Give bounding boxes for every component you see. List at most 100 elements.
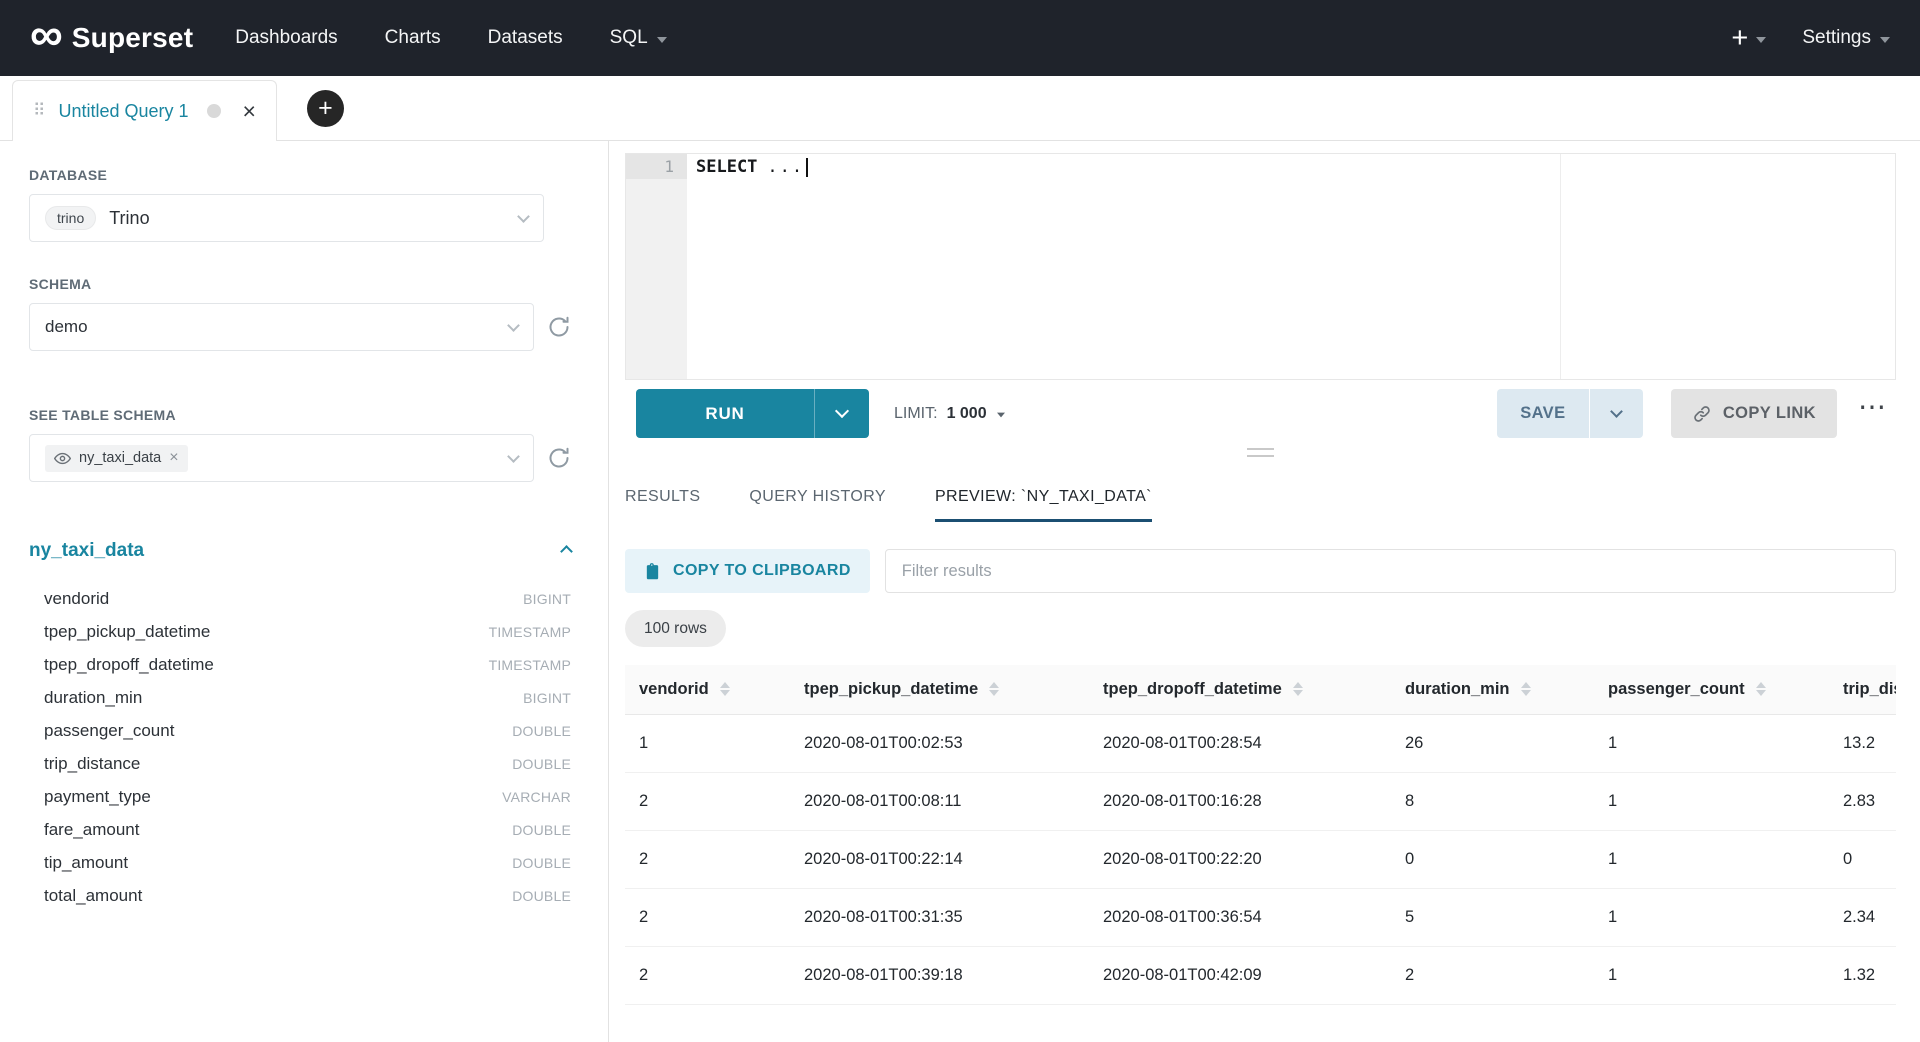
close-icon[interactable]: × bbox=[243, 100, 256, 123]
sqllab-sidebar: DATABASE trino Trino SCHEMA demo bbox=[0, 141, 609, 1042]
schema-select[interactable]: demo bbox=[29, 303, 534, 351]
table-schema-panel: ny_taxi_data vendoridBIGINT tpep_pickup_… bbox=[29, 540, 571, 912]
cell: 2020-08-01T00:22:20 bbox=[1089, 830, 1391, 888]
table-select[interactable]: ny_taxi_data × bbox=[29, 434, 534, 482]
pane-resize-handle[interactable] bbox=[1247, 448, 1274, 457]
column-type: DOUBLE bbox=[512, 855, 571, 871]
cell: 2 bbox=[1391, 946, 1594, 1004]
limit-label: LIMIT: bbox=[894, 405, 938, 423]
cell: 1 bbox=[1594, 946, 1829, 1004]
new-item-button[interactable]: + bbox=[1731, 24, 1766, 53]
column-row: passenger_countDOUBLE bbox=[29, 714, 571, 747]
sql-editor: 1 SELECT... bbox=[625, 153, 1896, 380]
column-row: fare_amountDOUBLE bbox=[29, 813, 571, 846]
selected-table-chip: ny_taxi_data × bbox=[45, 445, 188, 472]
column-type: TIMESTAMP bbox=[489, 657, 571, 673]
copy-link-button[interactable]: COPY LINK bbox=[1671, 389, 1837, 438]
table-row: 2 2020-08-01T00:22:14 2020-08-01T00:22:2… bbox=[625, 830, 1896, 888]
save-options-button[interactable] bbox=[1589, 389, 1643, 438]
column-header-passenger-count[interactable]: passenger_count bbox=[1594, 665, 1829, 714]
superset-app: ∞ Superset Dashboards Charts Datasets SQ… bbox=[0, 0, 1920, 1042]
cell: 2020-08-01T00:22:14 bbox=[790, 830, 1089, 888]
plus-icon: + bbox=[318, 96, 333, 121]
sort-icon[interactable] bbox=[1756, 682, 1766, 696]
toolbar-right: SAVE COPY LINK ⋯ bbox=[1497, 389, 1890, 438]
table-row: 2 2020-08-01T00:31:35 2020-08-01T00:36:5… bbox=[625, 888, 1896, 946]
refresh-tables-button[interactable] bbox=[547, 446, 571, 470]
refresh-icon bbox=[547, 315, 571, 339]
nav-item-dashboards[interactable]: Dashboards bbox=[235, 27, 337, 49]
sort-icon[interactable] bbox=[1521, 682, 1531, 696]
save-button[interactable]: SAVE bbox=[1497, 389, 1589, 438]
column-name: tpep_pickup_datetime bbox=[44, 622, 210, 642]
database-select[interactable]: trino Trino bbox=[29, 194, 544, 242]
sort-icon[interactable] bbox=[989, 682, 999, 696]
cell: 1 bbox=[1594, 714, 1829, 772]
new-query-tab-button[interactable]: + bbox=[307, 90, 344, 127]
more-options-button[interactable]: ⋯ bbox=[1854, 399, 1890, 428]
filter-results-input[interactable] bbox=[885, 549, 1896, 593]
chevron-down-icon bbox=[657, 37, 667, 43]
query-tab-untitled-query-1[interactable]: ⠿ Untitled Query 1 × bbox=[12, 80, 277, 141]
cell: 26 bbox=[1391, 714, 1594, 772]
column-header-tpep-pickup-datetime[interactable]: tpep_pickup_datetime bbox=[790, 665, 1089, 714]
tab-preview-ny-taxi-data[interactable]: PREVIEW: `NY_TAXI_DATA` bbox=[935, 488, 1152, 522]
nav-item-sql[interactable]: SQL bbox=[610, 27, 667, 49]
navbar-right: + Settings bbox=[1731, 24, 1890, 53]
remove-table-icon[interactable]: × bbox=[169, 450, 178, 466]
cell: 2 bbox=[625, 946, 790, 1004]
column-header-trip-distance[interactable]: trip_distance bbox=[1829, 665, 1896, 714]
column-header-tpep-dropoff-datetime[interactable]: tpep_dropoff_datetime bbox=[1089, 665, 1391, 714]
sort-icon[interactable] bbox=[720, 682, 730, 696]
database-type-badge: trino bbox=[45, 206, 96, 230]
brand-logo[interactable]: ∞ Superset bbox=[30, 22, 193, 54]
limit-dropdown[interactable]: LIMIT: 1 000 bbox=[894, 405, 1006, 423]
cell: 2020-08-01T00:28:54 bbox=[1089, 714, 1391, 772]
line-number: 1 bbox=[626, 154, 687, 179]
column-name: payment_type bbox=[44, 787, 151, 807]
cell: 1 bbox=[1594, 830, 1829, 888]
collapse-table-button[interactable] bbox=[562, 541, 571, 561]
table-name-heading[interactable]: ny_taxi_data bbox=[29, 540, 144, 562]
table-row: 1 2020-08-01T00:02:53 2020-08-01T00:28:5… bbox=[625, 714, 1896, 772]
chevron-down-icon bbox=[835, 404, 849, 418]
cell: 2 bbox=[625, 830, 790, 888]
sql-code-rest: ... bbox=[767, 157, 804, 177]
caret-down-icon bbox=[997, 413, 1005, 418]
settings-menu[interactable]: Settings bbox=[1802, 27, 1890, 49]
column-name: tpep_dropoff_datetime bbox=[44, 655, 214, 675]
cell: 2020-08-01T00:08:11 bbox=[790, 772, 1089, 830]
sort-icon[interactable] bbox=[1293, 682, 1303, 696]
sql-code-input[interactable]: SELECT... bbox=[687, 154, 1895, 379]
column-header-vendorid[interactable]: vendorid bbox=[625, 665, 790, 714]
cell: 0 bbox=[1391, 830, 1594, 888]
column-row: tip_amountDOUBLE bbox=[29, 846, 571, 879]
column-list: vendoridBIGINT tpep_pickup_datetimeTIMES… bbox=[29, 582, 571, 912]
brand-name: Superset bbox=[72, 22, 193, 54]
print-margin-line bbox=[1560, 154, 1561, 379]
column-name: passenger_count bbox=[44, 721, 174, 741]
drag-handle-icon[interactable]: ⠿ bbox=[33, 101, 45, 121]
cell: 2020-08-01T00:39:18 bbox=[790, 946, 1089, 1004]
column-name: trip_distance bbox=[44, 754, 140, 774]
run-button[interactable]: RUN bbox=[636, 389, 814, 438]
cell: 2.83 bbox=[1829, 772, 1896, 830]
nav-item-charts[interactable]: Charts bbox=[385, 27, 441, 49]
tab-results[interactable]: RESULTS bbox=[625, 488, 700, 522]
column-row: duration_minBIGINT bbox=[29, 681, 571, 714]
results-table-container: vendorid tpep_pickup_datetime tpep_dropo… bbox=[625, 665, 1896, 1042]
content: DATABASE trino Trino SCHEMA demo bbox=[0, 141, 1920, 1042]
nav-item-datasets[interactable]: Datasets bbox=[488, 27, 563, 49]
database-label: DATABASE bbox=[29, 167, 571, 183]
tab-query-history[interactable]: QUERY HISTORY bbox=[749, 488, 886, 522]
column-name: vendorid bbox=[44, 589, 109, 609]
cell: 1 bbox=[1594, 888, 1829, 946]
table-row: 2 2020-08-01T00:08:11 2020-08-01T00:16:2… bbox=[625, 772, 1896, 830]
selected-table-name: ny_taxi_data bbox=[79, 450, 161, 466]
run-options-button[interactable] bbox=[814, 389, 869, 438]
database-name: Trino bbox=[109, 208, 149, 229]
cell: 8 bbox=[1391, 772, 1594, 830]
refresh-schemas-button[interactable] bbox=[547, 315, 571, 339]
copy-to-clipboard-button[interactable]: COPY TO CLIPBOARD bbox=[625, 549, 870, 593]
column-header-duration-min[interactable]: duration_min bbox=[1391, 665, 1594, 714]
